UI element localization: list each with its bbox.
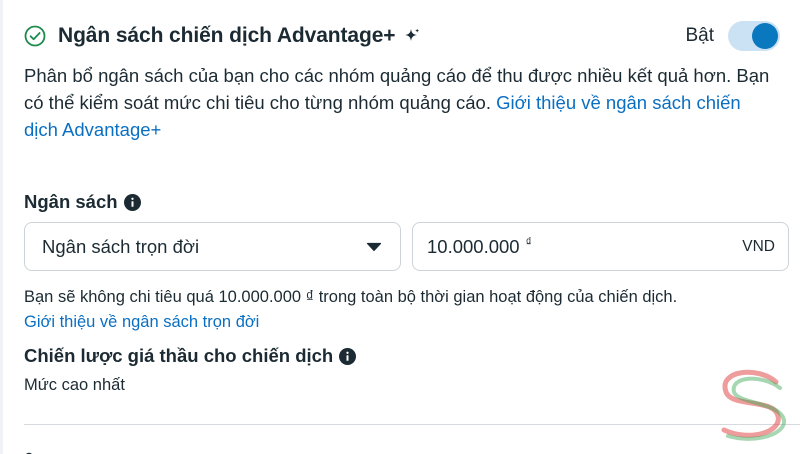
budget-type-value: Ngân sách trọn đời — [42, 235, 200, 257]
cut-off-content — [24, 446, 34, 454]
toggle-knob — [752, 23, 778, 49]
currency-code: VND — [742, 237, 775, 255]
bid-strategy-label: Chiến lược giá thầu cho chiến dịch — [24, 345, 357, 367]
advantage-budget-header: Ngân sách chiến dịch Advantage+ Bật — [24, 18, 780, 54]
description: Phân bổ ngân sách của bạn cho các nhóm q… — [24, 62, 774, 143]
budget-amount-input[interactable]: 10.000.000 ₫ VND — [412, 222, 789, 271]
budget-type-select[interactable]: Ngân sách trọn đời — [24, 222, 401, 271]
advantage-budget-toggle[interactable] — [728, 21, 780, 51]
watermark-logo — [710, 368, 794, 444]
budget-amount-value: 10.000.000 — [427, 235, 520, 257]
caret-down-icon — [366, 242, 382, 252]
sparkle-icon — [403, 27, 421, 45]
bid-strategy-label-text: Chiến lược giá thầu cho chiến dịch — [24, 345, 334, 366]
budget-note: Bạn sẽ không chi tiêu quá 10.000.000 ₫ t… — [24, 288, 678, 306]
lifetime-budget-learn-link[interactable]: Giới thiệu về ngân sách trọn đời — [24, 310, 259, 334]
section-divider — [24, 424, 800, 425]
budget-label-text: Ngân sách — [24, 191, 118, 212]
check-circle-icon — [24, 25, 46, 47]
budget-section-label: Ngân sách — [24, 191, 141, 213]
currency-symbol: ₫ — [525, 234, 532, 249]
info-icon[interactable] — [123, 193, 141, 211]
bid-strategy-value: Mức cao nhất — [24, 376, 125, 394]
toggle-label: Bật — [685, 25, 714, 46]
info-icon[interactable] — [339, 347, 357, 365]
toggle-group: Bật — [685, 18, 780, 54]
page-title: Ngân sách chiến dịch Advantage+ — [58, 24, 396, 47]
left-border — [0, 0, 3, 454]
